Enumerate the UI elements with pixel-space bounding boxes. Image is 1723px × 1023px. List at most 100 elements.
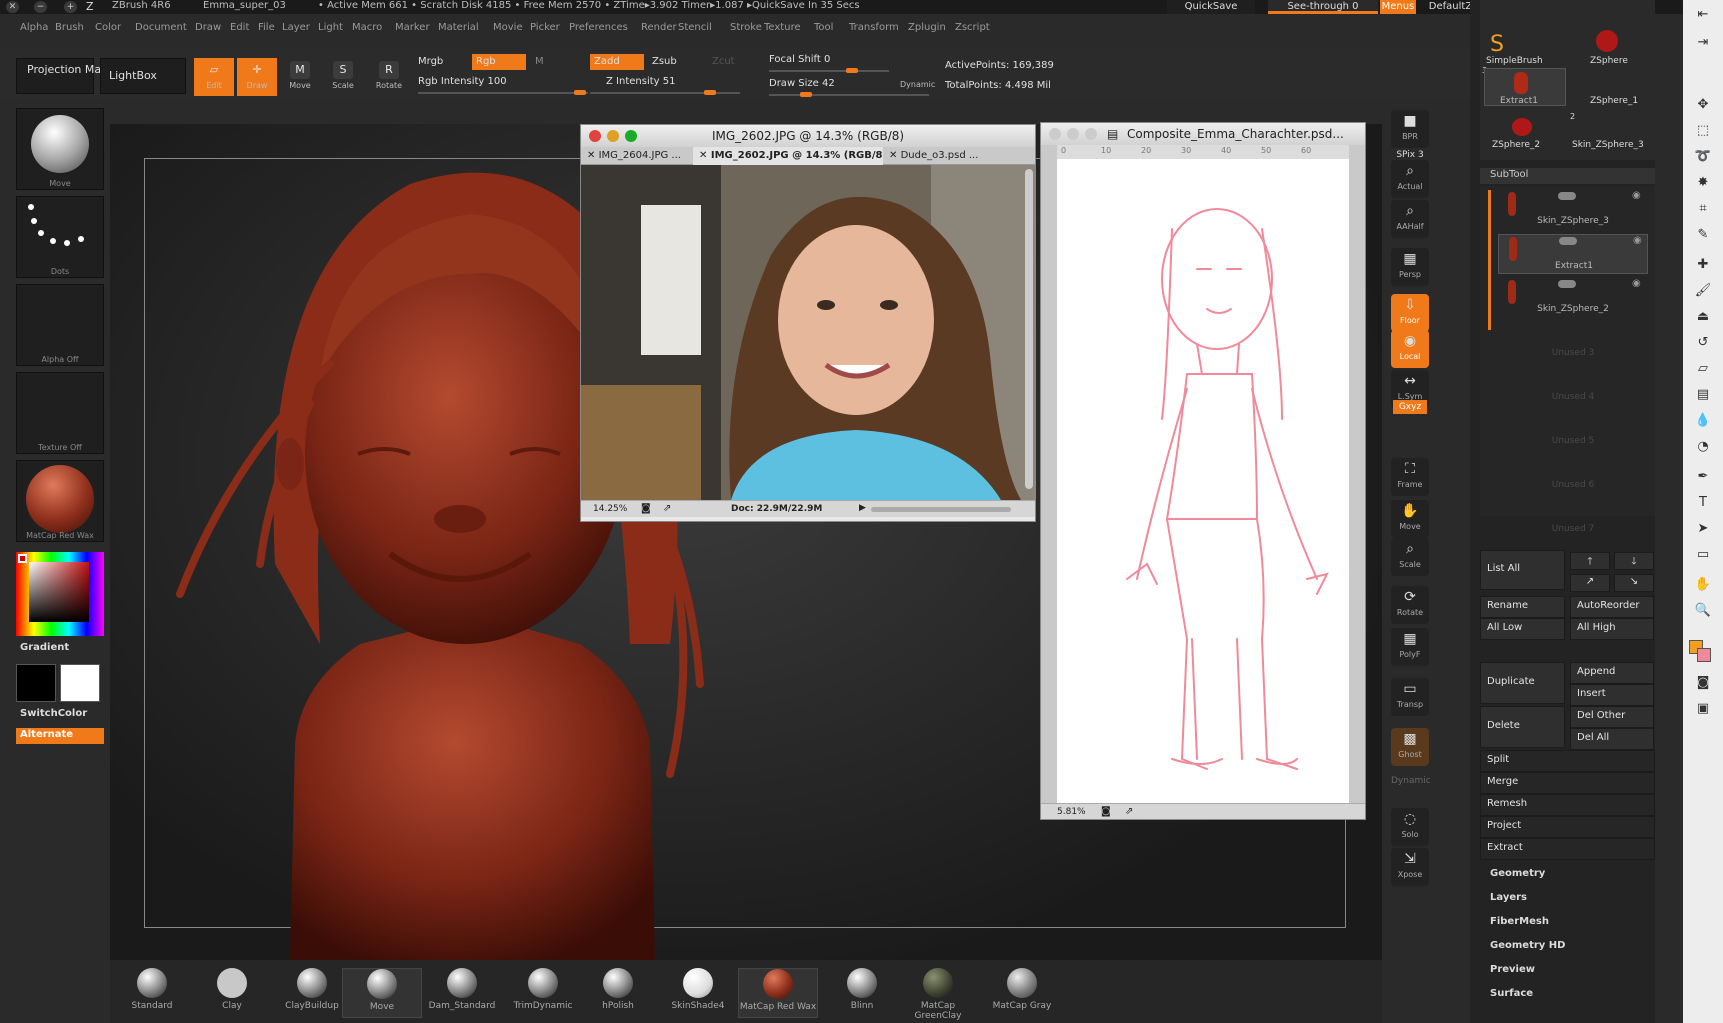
- move-up-button[interactable]: 🡑: [1570, 552, 1610, 570]
- sketch-canvas-area[interactable]: 0 10 20 30 40 50 60: [1041, 145, 1365, 803]
- eye-icon[interactable]: ◉: [1632, 190, 1641, 201]
- frame-button[interactable]: ⛶ Frame: [1391, 458, 1429, 496]
- menu-macro[interactable]: Macro: [352, 22, 382, 33]
- subtool-item[interactable]: Unused 7: [1498, 498, 1648, 538]
- material-claybuildup[interactable]: ClayBuildup: [272, 968, 352, 1018]
- blur-tool-icon[interactable]: 💧: [1693, 412, 1713, 430]
- autoreorder-button[interactable]: AutoReorder: [1570, 596, 1654, 618]
- mrgb-button[interactable]: Mrgb: [418, 56, 443, 67]
- tool-extract1[interactable]: Extract1: [1500, 96, 1538, 106]
- dynamic-button[interactable]: Dynamic: [900, 80, 935, 89]
- camera-icon[interactable]: ◙: [1101, 806, 1111, 817]
- menu-brush[interactable]: Brush: [55, 22, 84, 33]
- photoshop-window-sketch[interactable]: ▤ Composite_Emma_Charachter.psd... 0 10 20…: [1040, 122, 1366, 820]
- extract-section[interactable]: Extract: [1480, 838, 1655, 860]
- hand-tool-icon[interactable]: ✋: [1693, 576, 1713, 594]
- history-brush-icon[interactable]: ↺: [1693, 334, 1713, 352]
- menu-zscript[interactable]: Zscript: [955, 22, 990, 33]
- arrow-up-right-icon[interactable]: ↗: [1570, 574, 1610, 592]
- zadd-button[interactable]: Zadd: [590, 54, 644, 70]
- floor-button[interactable]: ⇩ Floor: [1391, 294, 1429, 332]
- menu-preferences[interactable]: Preferences: [569, 22, 628, 33]
- material-clay[interactable]: Clay: [192, 968, 272, 1018]
- material-selector[interactable]: MatCap Red Wax: [16, 460, 104, 542]
- rgb-intensity-slider[interactable]: Rgb Intensity 100: [418, 76, 507, 87]
- menu-texture[interactable]: Texture: [764, 22, 801, 33]
- move-button[interactable]: ✋ Move: [1391, 500, 1429, 538]
- draw-button[interactable]: ✛ Draw: [237, 58, 277, 96]
- zoom-readout[interactable]: 5.81%: [1057, 807, 1086, 817]
- zoom-icon[interactable]: [1085, 128, 1097, 140]
- eye-icon[interactable]: ◉: [1632, 278, 1641, 289]
- section-fibermesh[interactable]: FiberMesh: [1490, 916, 1549, 927]
- merge-section[interactable]: Merge: [1480, 772, 1655, 794]
- switch-color-button[interactable]: SwitchColor: [20, 708, 87, 719]
- photo-canvas[interactable]: [581, 165, 1035, 500]
- menu-document[interactable]: Document: [135, 22, 187, 33]
- rename-button[interactable]: Rename: [1480, 596, 1565, 618]
- menu-layer[interactable]: Layer: [282, 22, 310, 33]
- tool-zsphere-2[interactable]: ZSphere_2: [1492, 140, 1540, 150]
- solo-button[interactable]: ◌ Solo: [1391, 808, 1429, 846]
- duplicate-button[interactable]: Duplicate: [1480, 662, 1565, 704]
- material-skinshade4[interactable]: SkinShade4: [658, 968, 738, 1018]
- insert-button[interactable]: Insert: [1570, 684, 1654, 706]
- brush-selector[interactable]: Move: [16, 108, 104, 190]
- subtool-item[interactable]: Unused 5: [1498, 410, 1648, 450]
- quick-mask-icon[interactable]: ◙: [1693, 674, 1713, 692]
- crop-tool-icon[interactable]: ⌗: [1693, 200, 1713, 218]
- material-move[interactable]: Move: [342, 968, 422, 1018]
- sketch-canvas[interactable]: [1057, 159, 1349, 803]
- aahalf-button[interactable]: ⌕ AAHalf: [1391, 200, 1429, 238]
- focal-shift-knob[interactable]: [846, 68, 858, 73]
- sketch-window-titlebar[interactable]: ▤ Composite_Emma_Charachter.psd...: [1041, 123, 1365, 145]
- all-high-button[interactable]: All High: [1570, 618, 1654, 640]
- eraser-icon[interactable]: ▱: [1693, 360, 1713, 378]
- project-section[interactable]: Project: [1480, 816, 1655, 838]
- tab-dude-o3[interactable]: ✕ Dude_o3.psd ...: [883, 147, 1003, 165]
- lasso-tool-icon[interactable]: ➰: [1693, 148, 1713, 166]
- menu-picker[interactable]: Picker: [530, 22, 560, 33]
- rgb-intensity-track[interactable]: [418, 92, 588, 94]
- magic-wand-icon[interactable]: ✸: [1693, 174, 1713, 192]
- material-hpolish[interactable]: hPolish: [578, 968, 658, 1018]
- brush-tool-icon[interactable]: 🖌: [1693, 282, 1713, 300]
- stroke-selector[interactable]: Dots: [16, 196, 104, 278]
- subtool-scroll-indicator[interactable]: [1488, 190, 1491, 330]
- background-color-swatch[interactable]: [1697, 648, 1711, 662]
- menus-button[interactable]: Menus: [1380, 0, 1416, 14]
- menu-alpha[interactable]: Alpha: [20, 22, 48, 33]
- alpha-selector[interactable]: Alpha Off: [16, 284, 104, 366]
- menu-transform[interactable]: Transform: [849, 22, 899, 33]
- menu-render[interactable]: Render: [641, 22, 677, 33]
- list-all-button[interactable]: List All: [1480, 550, 1565, 590]
- remesh-section[interactable]: Remesh: [1480, 794, 1655, 816]
- main-color-swatch[interactable]: [16, 664, 56, 702]
- rgb-intensity-knob[interactable]: [574, 90, 586, 95]
- zcut-button[interactable]: Zcut: [712, 56, 735, 67]
- move-down-button[interactable]: 🡓: [1614, 552, 1654, 570]
- tool-simplebrush[interactable]: SimpleBrush: [1486, 56, 1543, 66]
- photo-window-titlebar[interactable]: IMG_2602.JPG @ 14.3% (RGB/8): [581, 125, 1035, 147]
- persp-button[interactable]: ▦ Persp: [1391, 248, 1429, 286]
- shape-tool-icon[interactable]: ▭: [1693, 546, 1713, 564]
- section-preview[interactable]: Preview: [1490, 964, 1535, 975]
- menu-file[interactable]: File: [258, 22, 275, 33]
- material-standard[interactable]: Standard: [112, 968, 192, 1018]
- gxyz-button[interactable]: Gxyz: [1393, 400, 1427, 414]
- close-icon[interactable]: ✕: [6, 1, 19, 13]
- quicksave-button[interactable]: QuickSave: [1167, 0, 1255, 14]
- menu-edit[interactable]: Edit: [230, 22, 249, 33]
- menu-marker[interactable]: Marker: [395, 22, 430, 33]
- ghost-button[interactable]: ▩ Ghost: [1391, 728, 1429, 766]
- transp-button[interactable]: ▭ Transp: [1391, 678, 1429, 716]
- subtool-item[interactable]: Unused 4: [1498, 366, 1648, 406]
- camera-icon[interactable]: ◙: [641, 503, 651, 514]
- path-selection-icon[interactable]: ➤: [1693, 520, 1713, 538]
- see-through-slider[interactable]: See-through 0: [1268, 0, 1378, 14]
- section-geometry[interactable]: Geometry: [1490, 868, 1545, 879]
- close-icon[interactable]: [1049, 128, 1061, 140]
- zoom-readout[interactable]: 14.25%: [593, 504, 627, 514]
- section-surface[interactable]: Surface: [1490, 988, 1533, 999]
- menu-movie[interactable]: Movie: [493, 22, 523, 33]
